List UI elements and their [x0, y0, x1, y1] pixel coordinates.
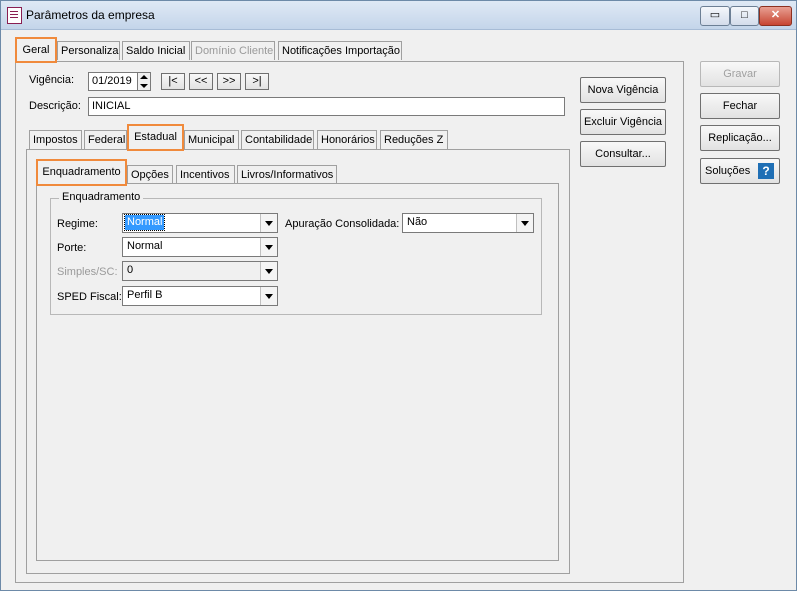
first-vigencia-button[interactable]: |<	[161, 73, 185, 90]
close-icon: ✕	[770, 9, 781, 21]
descricao-label: Descrição:	[29, 100, 81, 112]
tab-contabilidade[interactable]: Contabilidade	[241, 130, 314, 149]
porte-value: Normal	[127, 240, 163, 252]
solucoes-button[interactable]: Soluções ?	[700, 158, 780, 184]
regime-label: Regime:	[57, 218, 98, 230]
chevron-down-icon[interactable]	[516, 214, 533, 232]
vigencia-input[interactable]: 01/2019	[88, 72, 138, 91]
tab-enquadramento[interactable]: Enquadramento	[36, 159, 127, 186]
porte-select[interactable]: Normal	[122, 237, 278, 257]
excluir-vigencia-button[interactable]: Excluir Vigência	[580, 109, 666, 135]
vigencia-label: Vigência:	[29, 74, 75, 86]
sped-label: SPED Fiscal:	[57, 291, 122, 303]
maximize-button[interactable]: □	[730, 6, 759, 26]
enquadramento-group-title: Enquadramento	[59, 191, 144, 203]
tab-dominio-cliente: Domínio Cliente	[191, 41, 275, 60]
solucoes-label: Soluções	[705, 165, 751, 177]
tab-incentivos[interactable]: Incentivos	[176, 165, 235, 184]
replicacao-button[interactable]: Replicação...	[700, 125, 780, 151]
simples-select: 0	[122, 261, 278, 281]
chevron-down-icon[interactable]	[260, 287, 277, 305]
maximize-icon: □	[741, 9, 748, 21]
simples-label: Simples/SC:	[57, 266, 118, 278]
prev-vigencia-button[interactable]: <<	[189, 73, 213, 90]
descricao-input[interactable]: INICIAL	[88, 97, 565, 116]
tab-impostos[interactable]: Impostos	[29, 130, 82, 149]
consultar-button[interactable]: Consultar...	[580, 141, 666, 167]
apuracao-label: Apuração Consolidada:	[285, 218, 400, 230]
tab-honorarios[interactable]: Honorários	[317, 130, 377, 149]
tab-opcoes[interactable]: Opções	[127, 165, 173, 184]
spin-down-icon[interactable]	[138, 82, 150, 90]
regime-select[interactable]: Normal	[122, 213, 278, 233]
tab-livros-informativos[interactable]: Livros/Informativos	[237, 165, 337, 184]
simples-value: 0	[127, 264, 134, 276]
sped-value: Perfil B	[127, 289, 163, 301]
gravar-button: Gravar	[700, 61, 780, 87]
chevron-down-icon	[260, 262, 277, 280]
tab-municipal[interactable]: Municipal	[184, 130, 239, 149]
nova-vigencia-button[interactable]: Nova Vigência	[580, 77, 666, 103]
title-bar[interactable]: Parâmetros da empresa ▭ □ ✕	[1, 1, 796, 30]
chevron-down-icon[interactable]	[260, 238, 277, 256]
close-button[interactable]: ✕	[759, 6, 792, 26]
chevron-down-icon[interactable]	[260, 214, 277, 232]
parametros-window: Parâmetros da empresa ▭ □ ✕ Geral Person…	[0, 0, 797, 591]
vigencia-spinner[interactable]	[137, 72, 151, 91]
sped-select[interactable]: Perfil B	[122, 286, 278, 306]
minimize-icon: ▭	[709, 9, 721, 21]
porte-label: Porte:	[57, 242, 87, 254]
help-icon: ?	[758, 163, 774, 179]
tab-geral[interactable]: Geral	[15, 37, 57, 63]
tab-federal[interactable]: Federal	[84, 130, 127, 149]
tab-notificacoes-importacao[interactable]: Notificações Importação	[278, 41, 402, 60]
tab-personaliza[interactable]: Personaliza	[57, 41, 120, 60]
fechar-button[interactable]: Fechar	[700, 93, 780, 119]
apuracao-value: Não	[407, 216, 428, 228]
apuracao-select[interactable]: Não	[402, 213, 534, 233]
tab-reducoes-z[interactable]: Reduções Z	[380, 130, 448, 149]
next-vigencia-button[interactable]: >>	[217, 73, 241, 90]
window-title: Parâmetros da empresa	[26, 8, 155, 22]
minimize-button[interactable]: ▭	[700, 6, 730, 26]
last-vigencia-button[interactable]: >|	[245, 73, 269, 90]
spin-up-icon[interactable]	[138, 73, 150, 81]
regime-value: Normal	[123, 214, 166, 231]
tab-saldo-inicial[interactable]: Saldo Inicial	[122, 41, 190, 60]
tab-estadual[interactable]: Estadual	[127, 124, 184, 151]
document-icon	[7, 7, 22, 24]
